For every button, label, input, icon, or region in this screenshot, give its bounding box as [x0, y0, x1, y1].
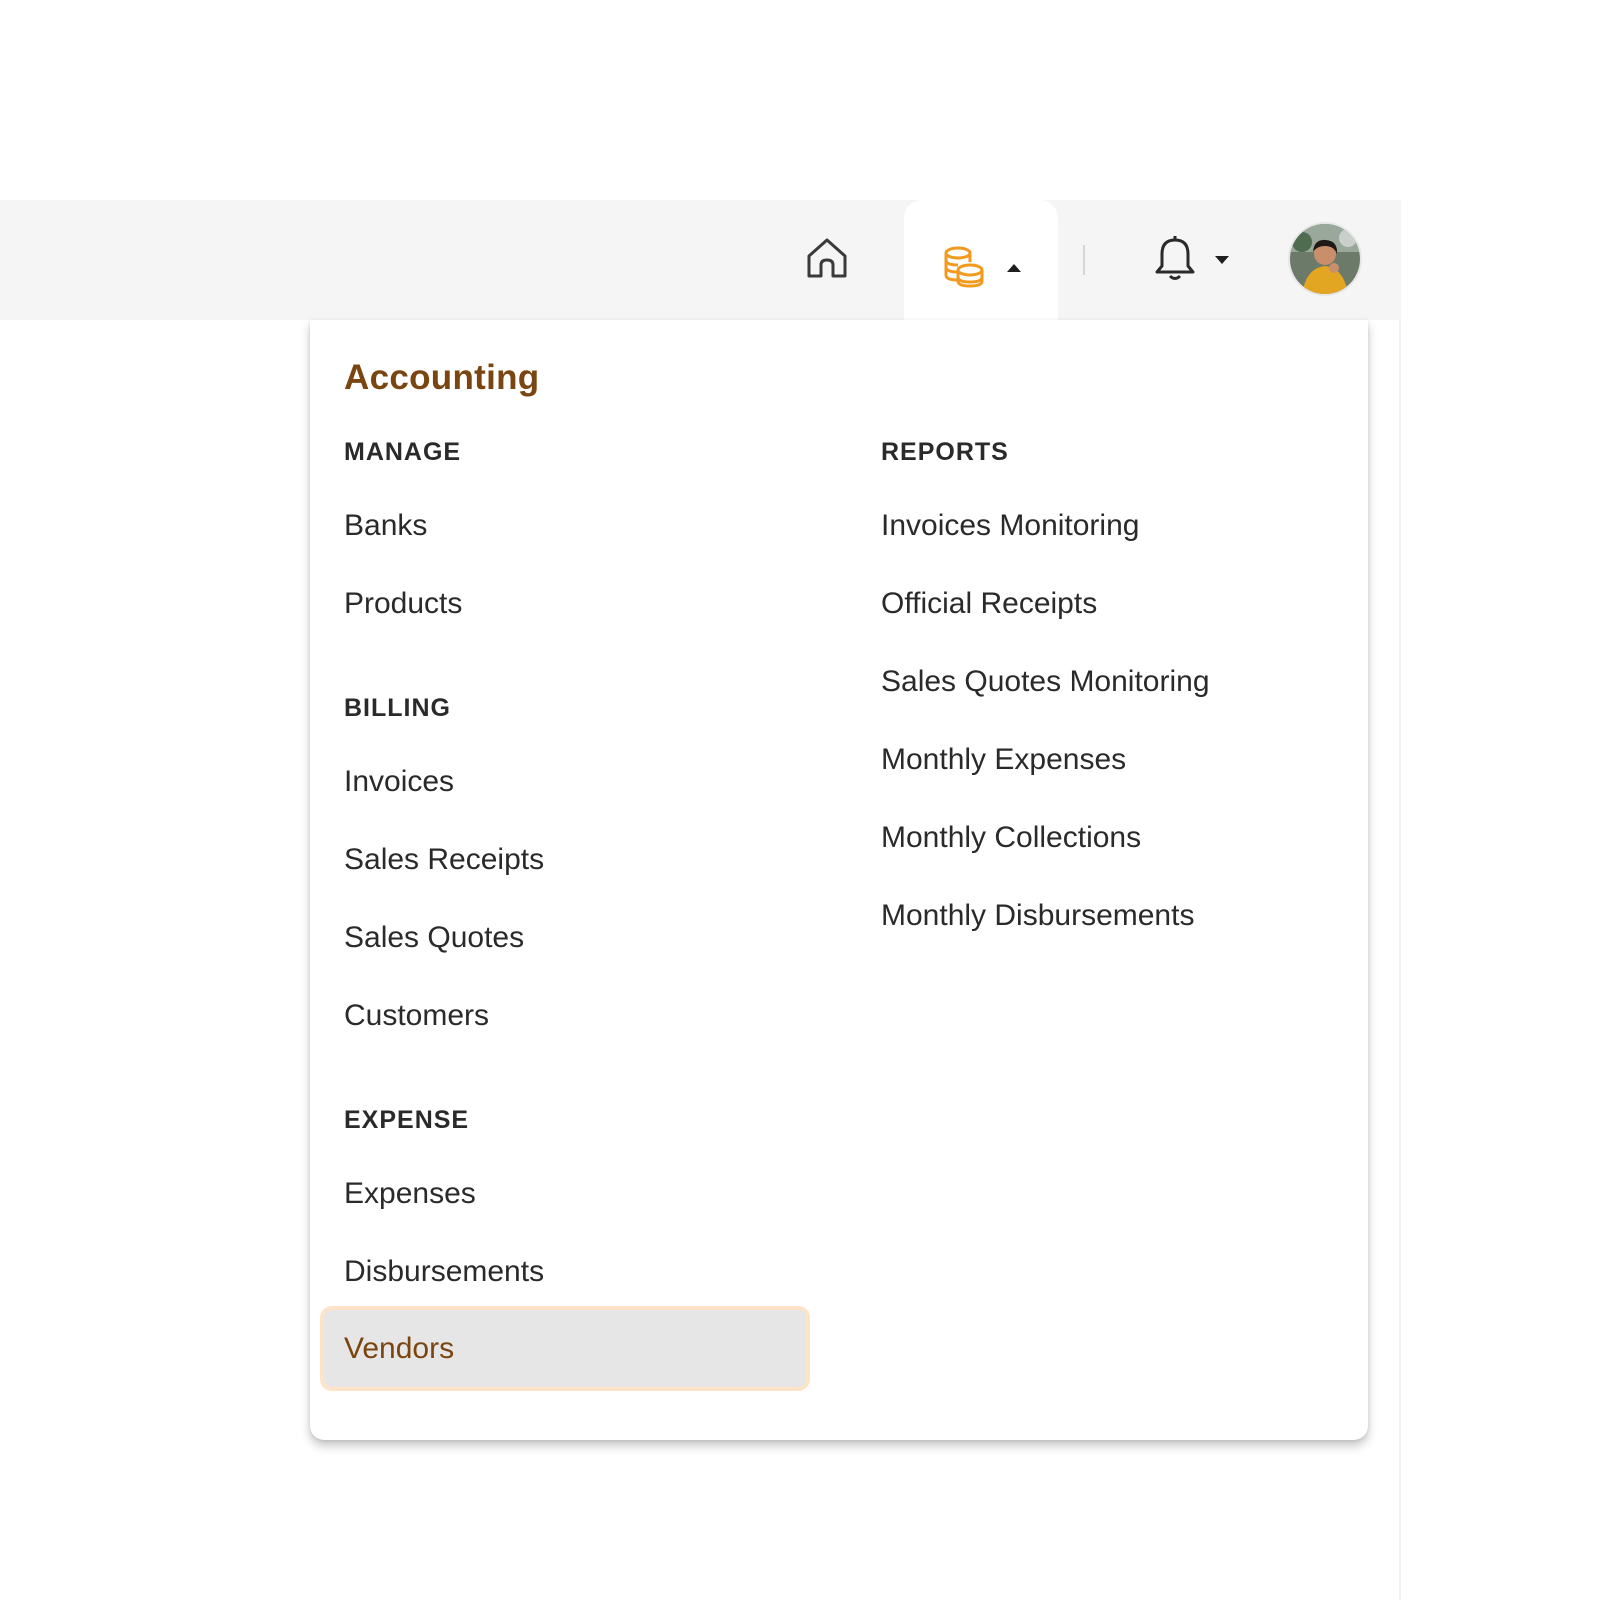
menu-item-customers[interactable]: Customers	[344, 998, 489, 1034]
caret-down-icon	[1215, 256, 1229, 264]
menu-item-expenses[interactable]: Expenses	[344, 1176, 476, 1212]
avatar[interactable]	[1290, 224, 1360, 294]
menu-item-vendors[interactable]: Vendors	[320, 1306, 810, 1391]
caret-up-icon	[1007, 264, 1021, 272]
menu-item-invoices-monitoring[interactable]: Invoices Monitoring	[881, 508, 1139, 544]
menu-item-banks[interactable]: Banks	[344, 508, 427, 544]
home-icon	[804, 235, 850, 286]
menu-item-sales-receipts[interactable]: Sales Receipts	[344, 842, 544, 878]
top-navbar	[0, 200, 1401, 336]
navbar-divider	[1083, 245, 1085, 275]
menu-item-monthly-expenses[interactable]: Monthly Expenses	[881, 742, 1126, 778]
section-heading-manage: MANAGE	[344, 438, 462, 466]
menu-item-products[interactable]: Products	[344, 586, 462, 622]
menu-item-invoices[interactable]: Invoices	[344, 764, 454, 800]
menu-item-monthly-collections[interactable]: Monthly Collections	[881, 820, 1141, 856]
menu-item-disbursements[interactable]: Disbursements	[344, 1254, 544, 1290]
section-heading-expense: EXPENSE	[344, 1106, 470, 1134]
accounting-dropdown-panel: Accounting MANAGE Banks Products BILLING…	[310, 320, 1368, 1440]
section-heading-reports: REPORTS	[881, 438, 1009, 466]
menu-item-monthly-disbursements[interactable]: Monthly Disbursements	[881, 898, 1194, 934]
notifications-button[interactable]	[1146, 230, 1236, 290]
menu-item-official-receipts[interactable]: Official Receipts	[881, 586, 1097, 622]
menu-item-sales-quotes[interactable]: Sales Quotes	[344, 920, 524, 956]
bell-icon	[1153, 234, 1197, 287]
accounting-menu-button[interactable]	[904, 200, 1058, 336]
panel-title: Accounting	[344, 358, 540, 397]
menu-item-sales-quotes-monitoring[interactable]: Sales Quotes Monitoring	[881, 664, 1210, 700]
app-page: Accounting MANAGE Banks Products BILLING…	[0, 0, 1600, 1600]
avatar-image	[1290, 224, 1360, 294]
home-button[interactable]	[795, 230, 859, 290]
coins-stack-icon	[941, 243, 987, 294]
frame-edge	[1399, 200, 1401, 1600]
section-heading-billing: BILLING	[344, 694, 451, 722]
